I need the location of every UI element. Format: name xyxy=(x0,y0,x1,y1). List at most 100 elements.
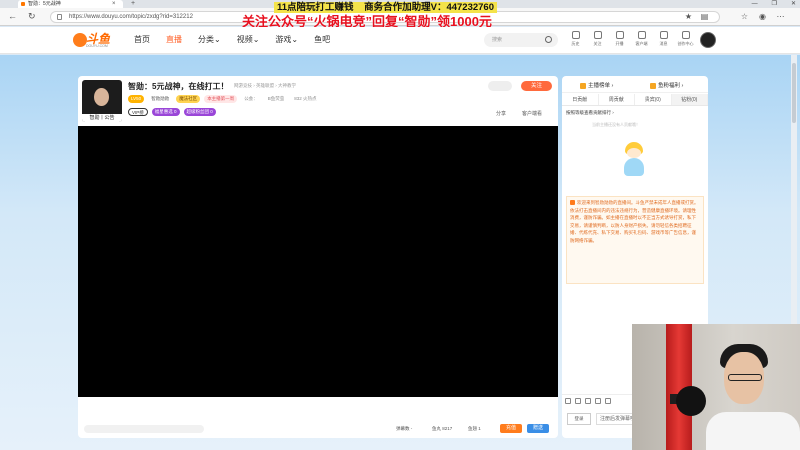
nav-video[interactable]: 视频⌄ xyxy=(237,34,260,46)
webcam-overlay xyxy=(632,324,800,450)
color-icon[interactable] xyxy=(585,398,591,404)
site-header: 斗鱼 DOUYU.COM 首页 直播 分类⌄ 视频⌄ 游戏⌄ 鱼吧 搜索 历史 … xyxy=(0,27,800,54)
history-button[interactable]: 历史 xyxy=(566,31,585,47)
emoji-icon[interactable] xyxy=(565,398,571,404)
client-watch-button[interactable]: 客户端看 xyxy=(522,110,542,117)
rank-subtitle[interactable]: 按照等级查看贡献排行 › xyxy=(566,110,614,116)
logo-fish-icon xyxy=(73,33,87,47)
promo-line1-a: 11点陪玩打工赚钱 xyxy=(277,2,354,13)
guild-name[interactable]: B鱼荧萤 xyxy=(265,95,288,103)
tab-daily[interactable]: 日贡献 xyxy=(562,94,599,105)
message-label: 消息 xyxy=(659,41,668,46)
room-title: 智勋：5元战神，在线打工！ xyxy=(128,82,229,91)
promo-banner-top: 11点陪玩打工赚钱 商务合作加助理V：447232760 xyxy=(274,2,497,13)
back-icon[interactable]: ← xyxy=(8,11,17,22)
history-label: 历史 xyxy=(571,41,580,46)
tab-diamond[interactable]: 钻粉(0) xyxy=(671,94,708,105)
anchor-face xyxy=(94,88,109,106)
nav-category[interactable]: 分类⌄ xyxy=(198,34,221,46)
logo-subtext: DOUYU.COM xyxy=(86,44,108,48)
login-button[interactable]: 登录 xyxy=(567,413,591,425)
tab-guest[interactable]: 贵宾(0) xyxy=(635,94,672,105)
anchor-avatar[interactable]: 智勋丨公告 xyxy=(82,80,122,122)
contribution-tabs: 日贡献 周贡献 贵宾(0) 钻粉(0) xyxy=(562,94,708,106)
chat-toolbar xyxy=(565,398,611,404)
creator-center-button[interactable]: 创作中心 xyxy=(676,31,695,47)
minimize-icon[interactable]: — xyxy=(752,0,758,8)
page-scrollbar[interactable] xyxy=(791,55,797,325)
anchor-info-row: LV50 智勋勋勋 魔法社区 本主播第一周 公会： B鱼荧萤 832 火热点 xyxy=(128,95,319,103)
share-button[interactable]: 分享 xyxy=(496,110,506,117)
douyu-favicon-icon xyxy=(21,2,25,6)
creator-label: 创作中心 xyxy=(677,41,694,46)
favorites-icon[interactable]: ☆ xyxy=(740,12,749,21)
room-category[interactable]: 网游竞技 › 英雄联盟 › 大神教学 xyxy=(234,83,296,89)
anchor-rank-label: 主播榜单 › xyxy=(588,83,614,89)
player-card: 智勋丨公告 智勋：5元战神，在线打工！ 网游竞技 › 英雄联盟 › 大神教学 L… xyxy=(78,76,558,438)
side-top-links: 主播榜单 › 鱼粉福利 › xyxy=(562,76,708,93)
notification-toggle[interactable] xyxy=(488,81,512,91)
settings-icon[interactable] xyxy=(605,398,611,404)
guild-label: 公会： xyxy=(244,96,258,101)
search-input[interactable]: 搜索 xyxy=(484,33,558,47)
fan-benefit-label: 鱼粉福利 › xyxy=(658,83,684,89)
more-icon[interactable]: ⋯ xyxy=(776,12,785,21)
url-text: https://www.douyu.com/topic/zxdg?rid=312… xyxy=(69,14,193,20)
anchor-name[interactable]: 智勋勋勋 xyxy=(148,95,172,103)
nav-fishbar[interactable]: 鱼吧 xyxy=(314,34,330,46)
fan-club-tag[interactable]: 超级粉丝团 0 xyxy=(183,108,216,116)
maximize-icon[interactable]: ❐ xyxy=(772,0,777,8)
client-icon xyxy=(637,31,646,39)
gift-icon[interactable] xyxy=(595,398,601,404)
douyu-logo[interactable]: 斗鱼 DOUYU.COM xyxy=(73,32,117,49)
tab-close-icon[interactable]: × xyxy=(112,0,116,8)
vip-rank-tag[interactable]: VIP榜 xyxy=(128,108,148,116)
video-player[interactable] xyxy=(78,126,558,397)
warning-icon xyxy=(570,200,575,206)
barrage-count: 弹幕数 - xyxy=(396,426,413,431)
start-live-button[interactable]: 开播 xyxy=(610,31,629,47)
new-tab-icon[interactable]: + xyxy=(131,0,135,8)
browser-tab[interactable]: 智勋：5元战神 xyxy=(18,0,123,8)
search-placeholder: 搜索 xyxy=(492,37,503,43)
mascot-body xyxy=(624,158,644,176)
client-label: 客户端 xyxy=(635,41,648,46)
client-button[interactable]: 客户端 xyxy=(632,31,651,47)
streamer-shirt xyxy=(706,412,800,450)
system-notice: 欢迎来到智勋勋勋的直播间。斗鱼严禁未成年人直播或打赏。依法打击直播间内的违法违规… xyxy=(566,196,704,284)
tab-weekly[interactable]: 周贡献 xyxy=(599,94,635,105)
rank-icon xyxy=(580,82,586,89)
user-avatar[interactable] xyxy=(700,32,716,48)
nav-game[interactable]: 游戏⌄ xyxy=(275,34,298,46)
profile-icon[interactable]: ◉ xyxy=(758,12,767,21)
nav-live[interactable]: 直播 xyxy=(166,34,182,46)
collections-icon[interactable]: ▤ xyxy=(700,12,709,21)
scrollbar-thumb[interactable] xyxy=(792,63,796,123)
empty-hint: 当前主播还没有人贡献哦！ xyxy=(592,122,640,127)
star-icon[interactable]: ★ xyxy=(684,12,693,21)
fan-benefit-link[interactable]: 鱼粉福利 › xyxy=(650,81,683,89)
lucky-tag[interactable]: 福星惠选 0 xyxy=(151,108,180,116)
lock-icon xyxy=(57,14,62,20)
fan-badge-icon[interactable] xyxy=(575,398,581,404)
streamer-glasses xyxy=(728,374,762,381)
follow-button[interactable]: 关注 xyxy=(521,81,552,91)
follow-list-button[interactable]: 关注 xyxy=(588,31,607,47)
recharge-button[interactable]: 充值 xyxy=(500,424,522,433)
tag-community[interactable]: 魔法社区 xyxy=(176,95,201,103)
anchor-rank-link[interactable]: 主播榜单 › xyxy=(580,81,613,89)
nav-home[interactable]: 首页 xyxy=(134,34,150,46)
message-button[interactable]: 消息 xyxy=(654,31,673,47)
empty-rank-area: 当前主播还没有人贡献哦！ xyxy=(562,120,708,192)
search-icon[interactable] xyxy=(545,36,552,43)
refresh-icon[interactable]: ↻ xyxy=(28,11,36,22)
gift-button[interactable]: 赠送 xyxy=(527,424,549,433)
tag-rank[interactable]: 本主播第一周 xyxy=(204,95,238,103)
window-controls: — ❐ ✕ xyxy=(752,0,796,8)
close-window-icon[interactable]: ✕ xyxy=(791,0,796,8)
mascot-illustration xyxy=(622,134,646,178)
history-icon xyxy=(571,31,580,39)
danmu-progress xyxy=(84,425,204,433)
mascot-face xyxy=(627,148,641,158)
heart-icon xyxy=(593,31,602,39)
